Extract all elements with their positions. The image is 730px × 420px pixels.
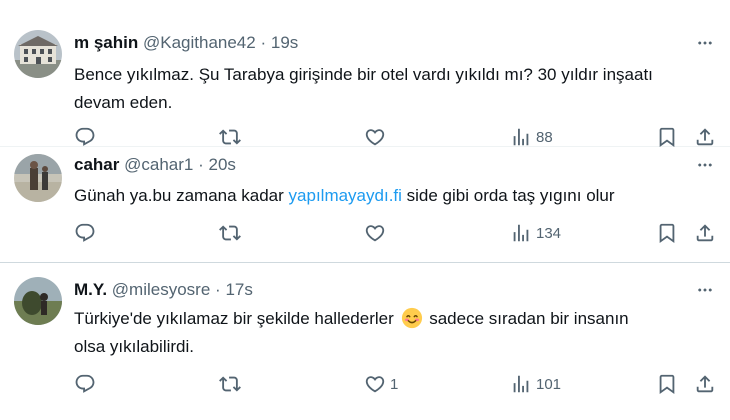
like-icon <box>364 126 386 148</box>
timestamp[interactable]: 17s <box>225 280 252 299</box>
retweet-button[interactable] <box>219 221 241 247</box>
views-icon <box>510 222 532 244</box>
tweet-text-line: Türkiye'de yıkılamaz bir şekilde hallede… <box>74 305 714 333</box>
tweet-text-segment: sadece sıradan bir insanın <box>424 309 629 328</box>
avatar[interactable] <box>14 30 62 78</box>
like-button[interactable]: 1 <box>364 372 398 398</box>
tweet-header: m şahin @Kagithane42 · 19s <box>74 32 298 54</box>
reply-icon <box>74 373 96 395</box>
display-name[interactable]: cahar <box>74 155 119 174</box>
tweet-text: Günah ya.bu zamana kadar yapılmayaydı.fi… <box>74 182 714 210</box>
views-count: 88 <box>536 129 553 146</box>
views-icon <box>510 126 532 148</box>
share-button[interactable] <box>694 221 716 247</box>
views-button[interactable]: 134 <box>510 221 561 247</box>
bookmark-icon <box>656 126 678 148</box>
more-icon[interactable] <box>694 281 716 299</box>
tweet-text: Bence yıkılmaz. Şu Tarabya girişinde bir… <box>74 61 714 117</box>
tweet-text-segment: Türkiye'de yıkılamaz bir şekilde hallede… <box>74 309 399 328</box>
like-icon <box>364 222 386 244</box>
tweet-header: M.Y. @milesyosre · 17s <box>74 279 253 301</box>
tweet-text-line: olsa yıkılabilirdi. <box>74 337 194 356</box>
reply-button[interactable] <box>74 372 96 398</box>
bookmark-button[interactable] <box>656 221 678 247</box>
share-icon <box>694 126 716 148</box>
user-handle[interactable]: @Kagithane42 <box>143 33 256 52</box>
timestamp[interactable]: 19s <box>271 33 298 52</box>
separator-dot: · <box>198 155 204 174</box>
more-icon[interactable] <box>694 156 716 174</box>
tweet-text: Türkiye'de yıkılamaz bir şekilde hallede… <box>74 305 714 361</box>
bookmark-icon <box>656 222 678 244</box>
tweet-text-segment: side gibi orda taş yıgını olur <box>401 186 615 205</box>
action-bar: 134 <box>0 221 730 247</box>
retweet-button[interactable] <box>219 372 241 398</box>
tweet-text-segment: Günah ya.bu zamana kadar <box>74 186 289 205</box>
like-icon <box>364 373 386 395</box>
inline-link[interactable]: yapılmayaydı.fi <box>289 186 402 205</box>
smiling-face-emoji <box>401 307 422 329</box>
tweet[interactable]: cahar @cahar1 · 20s Günah ya.bu zamana k… <box>0 146 730 263</box>
views-count: 101 <box>536 376 562 393</box>
share-icon <box>694 222 716 244</box>
avatar[interactable] <box>14 154 62 202</box>
tweet-header: cahar @cahar1 · 20s <box>74 154 236 176</box>
separator-dot: · <box>260 33 267 52</box>
user-handle[interactable]: @milesyosre <box>112 280 211 299</box>
like-button[interactable] <box>364 221 386 247</box>
retweet-icon <box>219 373 241 395</box>
display-name[interactable]: M.Y. <box>74 280 107 299</box>
retweet-icon <box>219 126 241 148</box>
tweet-text-line: Bence yıkılmaz. Şu Tarabya girişinde bir… <box>74 65 653 84</box>
share-icon <box>694 373 716 395</box>
bookmark-icon <box>656 373 678 395</box>
tweet[interactable]: M.Y. @milesyosre · 17s Türkiye'de yıkıla… <box>0 263 730 420</box>
more-icon[interactable] <box>694 34 716 52</box>
separator-dot: · <box>215 280 221 299</box>
like-count: 1 <box>390 376 399 393</box>
user-handle[interactable]: @cahar1 <box>124 155 193 174</box>
bookmark-button[interactable] <box>656 372 678 398</box>
reply-icon <box>74 126 96 148</box>
share-button[interactable] <box>694 372 716 398</box>
reply-button[interactable] <box>74 221 96 247</box>
views-count: 134 <box>536 225 562 242</box>
views-button[interactable]: 101 <box>510 372 561 398</box>
avatar[interactable] <box>14 277 62 325</box>
display-name[interactable]: m şahin <box>74 33 138 52</box>
views-icon <box>510 373 532 395</box>
reply-icon <box>74 222 96 244</box>
action-bar: 1 101 <box>0 372 730 398</box>
retweet-icon <box>219 222 241 244</box>
tweet-text-line: devam eden. <box>74 93 173 112</box>
tweet[interactable]: m şahin @Kagithane42 · 19s Bence yıkılma… <box>0 0 730 147</box>
timestamp[interactable]: 20s <box>209 155 236 174</box>
